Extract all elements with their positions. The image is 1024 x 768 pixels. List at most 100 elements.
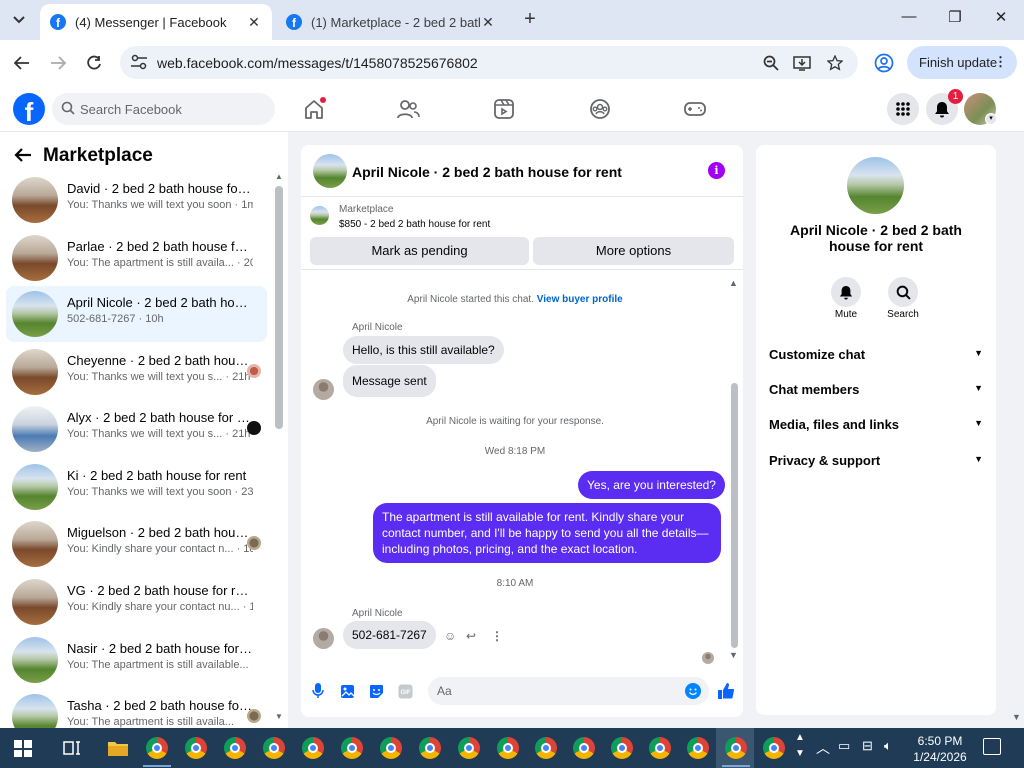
tab-messenger[interactable]: f (4) Messenger | Facebook ✕	[40, 4, 272, 40]
media-files-links-section[interactable]: Media, files and links ▼	[769, 417, 983, 437]
system-clock[interactable]: 6:50 PM 1/24/2026	[905, 733, 975, 765]
friends-nav-button[interactable]	[396, 97, 420, 121]
conversation-item[interactable]: Miguelson · 2 bed 2 bath house for rent …	[6, 516, 267, 572]
react-emoji-icon[interactable]: ☺	[444, 629, 456, 643]
close-tab-icon[interactable]: ✕	[246, 14, 262, 31]
search-in-conversation-button[interactable]	[888, 277, 918, 307]
conversation-item[interactable]: Tasha · 2 bed 2 bath house for rent You:…	[6, 689, 267, 728]
view-buyer-profile-link[interactable]: View buyer profile	[537, 294, 623, 305]
conversation-item[interactable]: Nasir · 2 bed 2 bath house for rent You:…	[6, 632, 267, 688]
back-button[interactable]	[9, 50, 35, 76]
groups-nav-button[interactable]	[588, 97, 612, 121]
new-tab-button[interactable]: +	[518, 8, 542, 32]
chrome-taskbar-icon-active[interactable]	[724, 736, 748, 760]
conversation-item-selected[interactable]: April Nicole · 2 bed 2 bath house for re…	[6, 286, 267, 342]
chat-avatar[interactable]	[313, 154, 347, 188]
file-explorer-icon[interactable]	[106, 736, 130, 760]
close-tab-icon[interactable]: ✕	[480, 14, 496, 31]
incoming-message[interactable]: Hello, is this still available?	[343, 336, 504, 364]
tab-marketplace[interactable]: f (1) Marketplace - 2 bed 2 bath h ✕	[276, 4, 506, 40]
attach-photo-button[interactable]	[339, 683, 355, 699]
conversation-item[interactable]: Cheyenne · 2 bed 2 bath house for rent Y…	[6, 344, 267, 400]
like-button[interactable]	[717, 682, 735, 700]
privacy-support-section[interactable]: Privacy & support ▼	[769, 453, 983, 473]
address-bar[interactable]: web.facebook.com/messages/t/145807852567…	[120, 46, 858, 79]
chrome-taskbar-icon[interactable]	[534, 736, 558, 760]
chrome-taskbar-icon[interactable]	[496, 736, 520, 760]
bookmark-star-icon[interactable]	[826, 54, 844, 72]
minimize-button[interactable]: —	[894, 8, 924, 32]
facebook-logo-icon[interactable]: f	[13, 93, 45, 125]
sticker-button[interactable]	[368, 683, 384, 699]
install-app-icon[interactable]	[793, 54, 811, 72]
chrome-taskbar-icon[interactable]	[223, 736, 247, 760]
close-window-button[interactable]: ✕	[986, 8, 1016, 32]
chrome-taskbar-icon[interactable]	[610, 736, 634, 760]
message-input[interactable]: Aa	[428, 677, 709, 705]
page-scroll-down-arrow-icon[interactable]: ▼	[1012, 712, 1021, 722]
chrome-taskbar-icon[interactable]	[145, 736, 169, 760]
tray-chevron-up-icon[interactable]: ︿	[816, 738, 830, 758]
conversation-avatar[interactable]	[847, 157, 904, 214]
chrome-taskbar-icon[interactable]	[184, 736, 208, 760]
chrome-taskbar-icon[interactable]	[457, 736, 481, 760]
watch-nav-button[interactable]	[492, 97, 516, 121]
chat-scrollbar[interactable]	[731, 383, 738, 648]
chrome-taskbar-icon[interactable]	[418, 736, 442, 760]
zoom-icon[interactable]	[762, 54, 780, 72]
meet-now-icon[interactable]: ▭	[838, 738, 850, 754]
more-vertical-icon[interactable]: ⋮	[491, 629, 503, 643]
notification-center-icon[interactable]	[983, 738, 1001, 755]
conversation-item[interactable]: Ki · 2 bed 2 bath house for rent You: Th…	[6, 459, 267, 515]
customize-chat-section[interactable]: Customize chat ▼	[769, 347, 983, 367]
back-arrow-icon[interactable]	[14, 145, 32, 168]
volume-icon[interactable]: 🔈︎	[884, 738, 892, 754]
mark-as-pending-button[interactable]: Mark as pending	[310, 237, 529, 265]
conversation-item[interactable]: VG · 2 bed 2 bath house for rent You: Ki…	[6, 574, 267, 630]
reply-icon[interactable]: ↩	[466, 629, 476, 643]
windows-start-icon[interactable]	[14, 740, 32, 757]
chat-members-section[interactable]: Chat members ▼	[769, 382, 983, 402]
chat-title[interactable]: April Nicole · 2 bed 2 bath house for re…	[352, 164, 622, 180]
sender-avatar[interactable]	[313, 379, 334, 400]
chrome-taskbar-icon[interactable]	[648, 736, 672, 760]
chrome-taskbar-icon[interactable]	[301, 736, 325, 760]
network-icon[interactable]: ⊟	[862, 738, 873, 754]
gif-button[interactable]: GIF	[397, 683, 413, 699]
chrome-taskbar-icon[interactable]	[262, 736, 286, 760]
conversation-item[interactable]: David · 2 bed 2 bath house for rent You:…	[6, 172, 267, 228]
scroll-up-arrow-icon[interactable]: ▲	[275, 172, 283, 181]
restore-button[interactable]: ❐	[940, 8, 970, 32]
tab-search-dropdown-button[interactable]	[6, 7, 32, 33]
reload-button[interactable]	[81, 50, 107, 76]
forward-button[interactable]	[45, 50, 71, 76]
conversation-item[interactable]: Alyx · 2 bed 2 bath house for rent You: …	[6, 401, 267, 457]
finish-update-button[interactable]: Finish update ⋮	[907, 46, 1017, 79]
emoji-icon[interactable]	[685, 683, 701, 699]
chrome-taskbar-icon[interactable]	[572, 736, 596, 760]
incoming-message[interactable]: 502-681-7267	[343, 621, 436, 649]
gaming-nav-button[interactable]	[683, 97, 707, 121]
facebook-search-input[interactable]: Search Facebook	[52, 93, 275, 125]
outgoing-message[interactable]: Yes, are you interested?	[578, 471, 725, 499]
site-settings-icon[interactable]	[130, 54, 148, 70]
conversation-list-scrollbar[interactable]	[275, 186, 283, 429]
menu-button[interactable]	[887, 93, 919, 125]
sender-avatar[interactable]	[313, 628, 334, 649]
listing-detail[interactable]: $850 - 2 bed 2 bath house for rent	[339, 219, 490, 230]
chrome-taskbar-icon[interactable]	[379, 736, 403, 760]
scroll-up-arrow-icon[interactable]: ▲	[729, 278, 738, 288]
scroll-down-arrow-icon[interactable]: ▼	[729, 650, 738, 660]
voice-clip-button[interactable]	[310, 683, 326, 699]
taskbar-scroll-arrows[interactable]: ▲ ▼	[795, 730, 805, 762]
info-icon[interactable]: i	[708, 162, 725, 179]
scroll-down-arrow-icon[interactable]: ▼	[275, 712, 283, 721]
conversation-item[interactable]: Parlae · 2 bed 2 bath house for rent You…	[6, 230, 267, 286]
more-options-button[interactable]: More options	[533, 237, 734, 265]
chrome-taskbar-icon[interactable]	[762, 736, 786, 760]
chevron-down-icon[interactable]: ▾	[985, 113, 997, 125]
task-view-icon[interactable]	[60, 736, 84, 760]
chrome-taskbar-icon[interactable]	[686, 736, 710, 760]
outgoing-message[interactable]: The apartment is still available for ren…	[373, 503, 721, 563]
profile-icon[interactable]	[874, 53, 894, 73]
